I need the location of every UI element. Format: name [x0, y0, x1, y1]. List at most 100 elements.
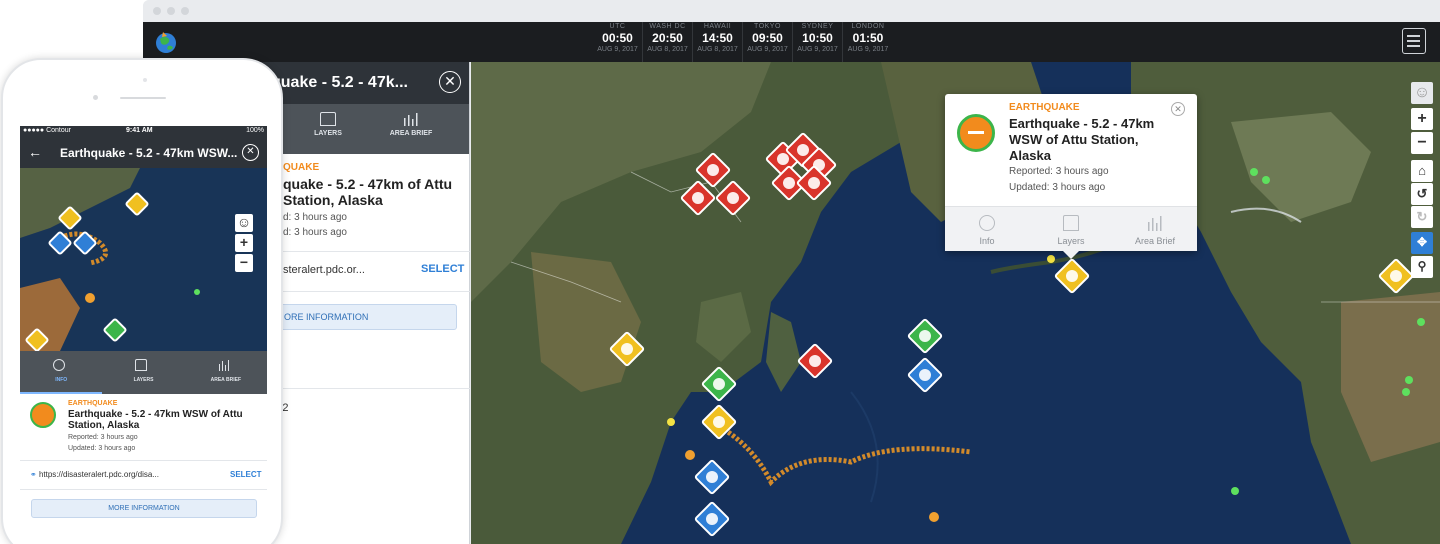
refresh-icon[interactable]: ↻ — [1411, 206, 1433, 228]
bar-chart-icon — [404, 113, 418, 126]
earthquake-icon — [957, 114, 995, 152]
phone-speaker — [120, 97, 166, 99]
clock-zone: UTC — [609, 23, 626, 30]
tab-layers[interactable]: LAYERS — [298, 104, 358, 154]
zoom-in-button[interactable]: + — [1411, 108, 1433, 130]
globe-logo-icon[interactable] — [153, 29, 179, 55]
select-link[interactable]: SELECT — [421, 263, 464, 275]
event-updated: Updated: 3 hours ago — [68, 445, 136, 452]
popup-tab-info[interactable]: Info — [945, 207, 1029, 251]
phone-event-details: EARTHQUAKE Earthquake - 5.2 - 47km WSW o… — [20, 394, 267, 544]
zoom-in-button[interactable]: + — [235, 234, 253, 252]
pan-icon[interactable]: ✥ — [1411, 232, 1433, 254]
point-marker[interactable] — [194, 289, 200, 295]
point-marker[interactable] — [85, 293, 95, 303]
home-icon[interactable]: ⌂ — [1411, 160, 1433, 182]
phone-camera — [93, 95, 98, 100]
desktop-window: UTC 00:50 AUG 9, 2017 WASH DC 20:50 AUG … — [143, 0, 1440, 544]
divider — [20, 460, 267, 461]
select-link[interactable]: SELECT — [230, 470, 262, 479]
event-popup: EARTHQUAKE Earthquake - 5.2 - 47km WSW o… — [945, 94, 1197, 259]
map-view[interactable]: EARTHQUAKE Earthquake - 5.2 - 47km WSW o… — [471, 62, 1440, 544]
zoom-out-button[interactable]: − — [1411, 132, 1433, 154]
clock-london: LONDON 01:50 AUG 9, 2017 — [843, 22, 893, 62]
clock-date: AUG 9, 2017 — [597, 46, 638, 53]
event-reported: Reported: 3 hours ago — [68, 434, 138, 441]
divider — [271, 388, 470, 389]
point-marker[interactable] — [1231, 487, 1239, 495]
point-marker[interactable] — [667, 418, 675, 426]
time-zone-clocks: UTC 00:50 AUG 9, 2017 WASH DC 20:50 AUG … — [593, 22, 893, 62]
tab-layers[interactable]: LAYERS — [102, 351, 184, 394]
phone-header: ← Earthquake - 5.2 - 47km WSW... ✕ — [20, 138, 267, 168]
clock-tokyo: TOKYO 09:50 AUG 9, 2017 — [743, 22, 793, 62]
phone-basemap — [20, 168, 267, 351]
menu-line — [1407, 35, 1420, 37]
phone-status-bar: ●●●●● Contour 9:41 AM 100% — [20, 126, 267, 138]
event-link-text: https://disasteralert.pdc.org/disa... — [38, 470, 159, 479]
popup-tab-layers[interactable]: Layers — [1029, 207, 1113, 251]
point-marker[interactable] — [1250, 168, 1258, 176]
point-marker[interactable] — [1262, 176, 1270, 184]
event-url[interactable]: steralert.pdc.or... — [283, 264, 365, 276]
layers-icon — [320, 112, 336, 126]
point-marker[interactable] — [1417, 318, 1425, 326]
clock-time: 01:50 — [852, 31, 884, 45]
divider — [271, 291, 470, 292]
point-marker[interactable] — [1402, 388, 1410, 396]
clock-date: AUG 9, 2017 — [847, 46, 889, 53]
clock-zone: HAWAII — [703, 23, 732, 30]
clock-zone: SYDNEY — [801, 23, 834, 30]
event-link[interactable]: ⚭ https://disasteralert.pdc.org/disa... — [30, 470, 159, 479]
point-marker[interactable] — [1405, 376, 1413, 384]
close-icon[interactable]: ✕ — [439, 71, 461, 93]
menu-line — [1407, 45, 1420, 47]
clock-time: 10:50 — [802, 31, 833, 45]
popup-reported: Reported: 3 hours ago — [1009, 166, 1109, 177]
close-icon[interactable]: ✕ — [242, 144, 259, 161]
battery-label: 100% — [246, 127, 264, 134]
rotate-icon[interactable]: ↺ — [1411, 183, 1433, 205]
popup-tab-area-brief[interactable]: Area Brief — [1113, 207, 1197, 251]
point-marker[interactable] — [685, 450, 695, 460]
back-arrow-icon[interactable]: ← — [28, 144, 42, 160]
clock-hawaii: HAWAII 14:50 AUG 8, 2017 — [693, 22, 743, 62]
phone-map[interactable]: ☺ + − — [20, 168, 267, 351]
event-title: quake - 5.2 - 47km of Attu Station, Alas… — [283, 176, 453, 208]
tab-label: Layers — [1057, 236, 1085, 246]
event-updated: d: 3 hours ago — [283, 227, 347, 238]
top-bar: UTC 00:50 AUG 9, 2017 WASH DC 20:50 AUG … — [143, 22, 1440, 62]
window-chrome — [143, 0, 1440, 22]
side-panel-title: quake - 5.2 - 47k... — [271, 74, 408, 91]
search-zoom-icon[interactable]: ⚲ — [1411, 256, 1433, 278]
tab-area-brief[interactable]: AREA BRIEF — [185, 351, 267, 394]
tab-area-brief[interactable]: AREA BRIEF — [381, 104, 441, 154]
window-minimize-dot[interactable] — [167, 7, 175, 15]
window-maximize-dot[interactable] — [181, 7, 189, 15]
person-icon[interactable]: ☺ — [235, 214, 253, 232]
tab-label: LAYERS — [133, 377, 154, 383]
tab-label: LAYERS — [314, 130, 342, 137]
popup-title: Earthquake - 5.2 - 47km WSW of Attu Stat… — [1009, 116, 1155, 163]
phone-sensor — [143, 78, 147, 82]
zoom-out-button[interactable]: − — [235, 254, 253, 272]
window-close-dot[interactable] — [153, 7, 161, 15]
clock-zone: TOKYO — [754, 23, 781, 30]
person-icon[interactable]: ☺ — [1411, 82, 1433, 104]
divider — [271, 251, 470, 252]
tab-info[interactable]: INFO — [20, 351, 103, 394]
more-information-button[interactable]: MORE INFORMATION — [31, 499, 257, 518]
popup-updated: Updated: 3 hours ago — [1009, 182, 1106, 193]
phone-mockup: ●●●●● Contour 9:41 AM 100% ← Earthquake … — [1, 58, 283, 544]
phone-header-title: Earthquake - 5.2 - 47km WSW... — [60, 146, 238, 160]
divider — [20, 489, 267, 490]
bar-chart-icon — [1148, 216, 1162, 231]
close-icon[interactable]: ✕ — [1171, 102, 1185, 116]
point-marker[interactable] — [929, 512, 939, 522]
more-information-button[interactable]: ORE INFORMATION — [271, 304, 457, 330]
menu-list-button[interactable] — [1402, 28, 1426, 54]
tab-label: AREA BRIEF — [210, 377, 241, 383]
point-marker[interactable] — [1047, 255, 1055, 263]
clock-sydney: SYDNEY 10:50 AUG 9, 2017 — [793, 22, 843, 62]
info-icon — [979, 215, 995, 231]
